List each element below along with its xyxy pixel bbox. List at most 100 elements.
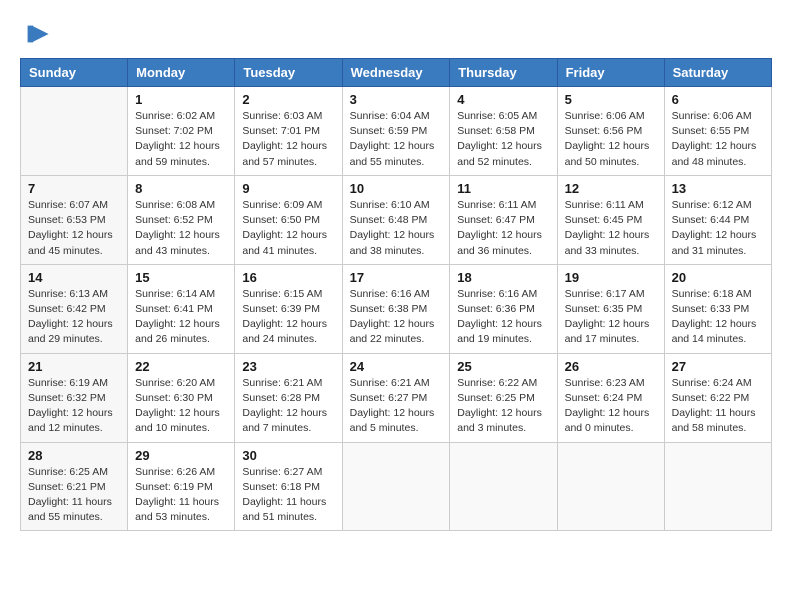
calendar-cell xyxy=(664,442,771,531)
calendar-cell: 28 Sunrise: 6:25 AM Sunset: 6:21 PM Dayli… xyxy=(21,442,128,531)
calendar-cell: 7 Sunrise: 6:07 AM Sunset: 6:53 PM Daylig… xyxy=(21,175,128,264)
day-info: Sunrise: 6:23 AM Sunset: 6:24 PM Dayligh… xyxy=(565,376,657,437)
calendar-cell xyxy=(557,442,664,531)
day-number: 22 xyxy=(135,359,227,374)
calendar-cell: 20 Sunrise: 6:18 AM Sunset: 6:33 PM Dayli… xyxy=(664,264,771,353)
day-number: 19 xyxy=(565,270,657,285)
calendar-cell xyxy=(450,442,557,531)
day-info: Sunrise: 6:27 AM Sunset: 6:18 PM Dayligh… xyxy=(242,465,334,526)
calendar-cell xyxy=(342,442,450,531)
day-number: 6 xyxy=(672,92,764,107)
day-number: 7 xyxy=(28,181,120,196)
calendar-cell: 29 Sunrise: 6:26 AM Sunset: 6:19 PM Dayli… xyxy=(128,442,235,531)
day-info: Sunrise: 6:18 AM Sunset: 6:33 PM Dayligh… xyxy=(672,287,764,348)
day-number: 16 xyxy=(242,270,334,285)
day-number: 26 xyxy=(565,359,657,374)
day-number: 9 xyxy=(242,181,334,196)
day-info: Sunrise: 6:19 AM Sunset: 6:32 PM Dayligh… xyxy=(28,376,120,437)
day-number: 24 xyxy=(350,359,443,374)
weekday-header: Tuesday xyxy=(235,59,342,87)
day-info: Sunrise: 6:03 AM Sunset: 7:01 PM Dayligh… xyxy=(242,109,334,170)
day-info: Sunrise: 6:15 AM Sunset: 6:39 PM Dayligh… xyxy=(242,287,334,348)
day-number: 29 xyxy=(135,448,227,463)
day-number: 1 xyxy=(135,92,227,107)
weekday-header: Wednesday xyxy=(342,59,450,87)
day-info: Sunrise: 6:16 AM Sunset: 6:38 PM Dayligh… xyxy=(350,287,443,348)
day-number: 12 xyxy=(565,181,657,196)
calendar-cell: 3 Sunrise: 6:04 AM Sunset: 6:59 PM Daylig… xyxy=(342,87,450,176)
calendar-cell: 27 Sunrise: 6:24 AM Sunset: 6:22 PM Dayli… xyxy=(664,353,771,442)
calendar-cell: 10 Sunrise: 6:10 AM Sunset: 6:48 PM Dayli… xyxy=(342,175,450,264)
day-info: Sunrise: 6:22 AM Sunset: 6:25 PM Dayligh… xyxy=(457,376,549,437)
calendar-week-row: 1 Sunrise: 6:02 AM Sunset: 7:02 PM Daylig… xyxy=(21,87,772,176)
day-info: Sunrise: 6:07 AM Sunset: 6:53 PM Dayligh… xyxy=(28,198,120,259)
day-number: 14 xyxy=(28,270,120,285)
calendar-cell: 5Sunrise: 6:06 AM Sunset: 6:56 PM Daylig… xyxy=(557,87,664,176)
day-info: Sunrise: 6:05 AM Sunset: 6:58 PM Dayligh… xyxy=(457,109,549,170)
day-info: Sunrise: 6:02 AM Sunset: 7:02 PM Dayligh… xyxy=(135,109,227,170)
day-number: 27 xyxy=(672,359,764,374)
logo xyxy=(20,20,50,48)
calendar-week-row: 14Sunrise: 6:13 AM Sunset: 6:42 PM Dayli… xyxy=(21,264,772,353)
day-info: Sunrise: 6:11 AM Sunset: 6:45 PM Dayligh… xyxy=(565,198,657,259)
day-number: 28 xyxy=(28,448,120,463)
calendar-cell: 30 Sunrise: 6:27 AM Sunset: 6:18 PM Dayli… xyxy=(235,442,342,531)
day-number: 20 xyxy=(672,270,764,285)
calendar-week-row: 7 Sunrise: 6:07 AM Sunset: 6:53 PM Daylig… xyxy=(21,175,772,264)
calendar-cell: 1 Sunrise: 6:02 AM Sunset: 7:02 PM Daylig… xyxy=(128,87,235,176)
day-info: Sunrise: 6:06 AM Sunset: 6:55 PM Dayligh… xyxy=(672,109,764,170)
calendar-cell: 9 Sunrise: 6:09 AM Sunset: 6:50 PM Daylig… xyxy=(235,175,342,264)
calendar-week-row: 21 Sunrise: 6:19 AM Sunset: 6:32 PM Dayli… xyxy=(21,353,772,442)
day-number: 3 xyxy=(350,92,443,107)
calendar-cell: 12 Sunrise: 6:11 AM Sunset: 6:45 PM Dayli… xyxy=(557,175,664,264)
day-info: Sunrise: 6:20 AM Sunset: 6:30 PM Dayligh… xyxy=(135,376,227,437)
weekday-header: Saturday xyxy=(664,59,771,87)
calendar-cell: 18 Sunrise: 6:16 AM Sunset: 6:36 PM Dayli… xyxy=(450,264,557,353)
day-number: 10 xyxy=(350,181,443,196)
day-number: 8 xyxy=(135,181,227,196)
calendar-cell: 24 Sunrise: 6:21 AM Sunset: 6:27 PM Dayli… xyxy=(342,353,450,442)
weekday-header: Monday xyxy=(128,59,235,87)
day-number: 21 xyxy=(28,359,120,374)
calendar-cell: 21 Sunrise: 6:19 AM Sunset: 6:32 PM Dayli… xyxy=(21,353,128,442)
day-info: Sunrise: 6:04 AM Sunset: 6:59 PM Dayligh… xyxy=(350,109,443,170)
day-info: Sunrise: 6:08 AM Sunset: 6:52 PM Dayligh… xyxy=(135,198,227,259)
day-info: Sunrise: 6:09 AM Sunset: 6:50 PM Dayligh… xyxy=(242,198,334,259)
logo-icon xyxy=(22,20,50,48)
day-info: Sunrise: 6:14 AM Sunset: 6:41 PM Dayligh… xyxy=(135,287,227,348)
weekday-header: Friday xyxy=(557,59,664,87)
day-info: Sunrise: 6:10 AM Sunset: 6:48 PM Dayligh… xyxy=(350,198,443,259)
calendar-cell: 8 Sunrise: 6:08 AM Sunset: 6:52 PM Daylig… xyxy=(128,175,235,264)
day-info: Sunrise: 6:16 AM Sunset: 6:36 PM Dayligh… xyxy=(457,287,549,348)
day-number: 23 xyxy=(242,359,334,374)
day-number: 11 xyxy=(457,181,549,196)
weekday-header: Thursday xyxy=(450,59,557,87)
day-info: Sunrise: 6:21 AM Sunset: 6:27 PM Dayligh… xyxy=(350,376,443,437)
day-info: Sunrise: 6:17 AM Sunset: 6:35 PM Dayligh… xyxy=(565,287,657,348)
calendar-cell: 15 Sunrise: 6:14 AM Sunset: 6:41 PM Dayli… xyxy=(128,264,235,353)
day-number: 30 xyxy=(242,448,334,463)
day-number: 13 xyxy=(672,181,764,196)
page-header xyxy=(20,16,772,48)
day-info: Sunrise: 6:26 AM Sunset: 6:19 PM Dayligh… xyxy=(135,465,227,526)
day-info: Sunrise: 6:24 AM Sunset: 6:22 PM Dayligh… xyxy=(672,376,764,437)
day-number: 25 xyxy=(457,359,549,374)
calendar-cell: 6 Sunrise: 6:06 AM Sunset: 6:55 PM Daylig… xyxy=(664,87,771,176)
calendar-week-row: 28 Sunrise: 6:25 AM Sunset: 6:21 PM Dayli… xyxy=(21,442,772,531)
day-number: 18 xyxy=(457,270,549,285)
day-info: Sunrise: 6:21 AM Sunset: 6:28 PM Dayligh… xyxy=(242,376,334,437)
calendar-cell: 14Sunrise: 6:13 AM Sunset: 6:42 PM Dayli… xyxy=(21,264,128,353)
calendar-cell: 2Sunrise: 6:03 AM Sunset: 7:01 PM Daylig… xyxy=(235,87,342,176)
day-info: Sunrise: 6:06 AM Sunset: 6:56 PM Dayligh… xyxy=(565,109,657,170)
calendar-cell: 17Sunrise: 6:16 AM Sunset: 6:38 PM Dayli… xyxy=(342,264,450,353)
calendar-cell: 19 Sunrise: 6:17 AM Sunset: 6:35 PM Dayli… xyxy=(557,264,664,353)
day-number: 4 xyxy=(457,92,549,107)
calendar-cell: 13 Sunrise: 6:12 AM Sunset: 6:44 PM Dayli… xyxy=(664,175,771,264)
day-number: 15 xyxy=(135,270,227,285)
calendar-table: SundayMondayTuesdayWednesdayThursdayFrid… xyxy=(20,58,772,531)
day-info: Sunrise: 6:25 AM Sunset: 6:21 PM Dayligh… xyxy=(28,465,120,526)
calendar-cell: 25 Sunrise: 6:22 AM Sunset: 6:25 PM Dayli… xyxy=(450,353,557,442)
calendar-header-row: SundayMondayTuesdayWednesdayThursdayFrid… xyxy=(21,59,772,87)
day-info: Sunrise: 6:12 AM Sunset: 6:44 PM Dayligh… xyxy=(672,198,764,259)
calendar-cell: 16 Sunrise: 6:15 AM Sunset: 6:39 PM Dayli… xyxy=(235,264,342,353)
